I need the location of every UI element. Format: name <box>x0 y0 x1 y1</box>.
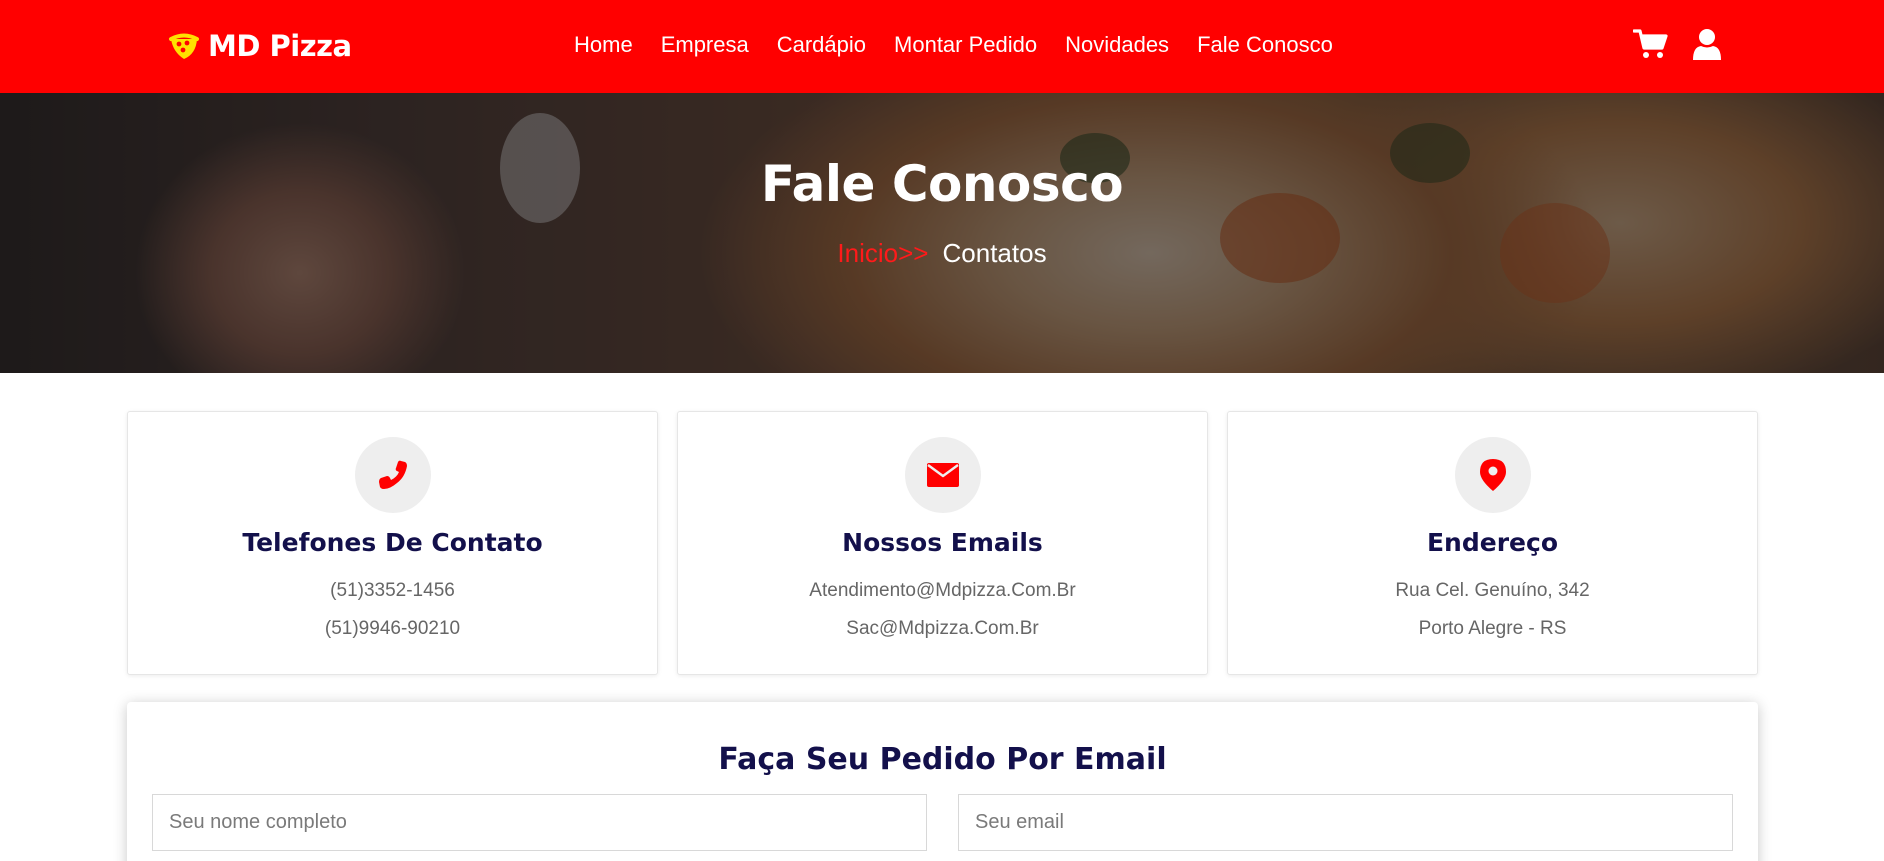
phone-icon <box>378 460 407 489</box>
envelope-icon <box>926 463 959 487</box>
brand-logo[interactable]: MD Pizza <box>168 26 352 66</box>
card-title: Endereço <box>1426 528 1558 557</box>
email-address: Sac@Mdpizza.Com.Br <box>846 618 1039 639</box>
contact-card-phones: Telefones De Contato (51)3352-1456 (51)9… <box>127 411 658 675</box>
address-line: Rua Cel. Genuíno, 342 <box>1395 580 1590 601</box>
brand-name: MD Pizza <box>208 29 352 63</box>
form-title: Faça Seu Pedido Por Email <box>718 742 1167 777</box>
nav-link-cardapio[interactable]: Cardápio <box>777 32 866 58</box>
cart-button[interactable] <box>1632 26 1670 62</box>
hero-banner: Fale Conosco Inicio>> Contatos <box>0 93 1884 373</box>
contact-card-address: Endereço Rua Cel. Genuíno, 342 Porto Ale… <box>1227 411 1758 675</box>
breadcrumb-separator: >> <box>898 238 929 268</box>
card-title: Nossos Emails <box>842 528 1043 557</box>
map-pin-icon <box>1479 459 1506 491</box>
card-icon-circle <box>1454 437 1531 513</box>
nav-link-novidades[interactable]: Novidades <box>1065 32 1169 58</box>
email-input[interactable] <box>958 794 1733 851</box>
nav-actions <box>1632 26 1726 62</box>
full-name-input[interactable] <box>152 794 927 851</box>
user-icon <box>1693 29 1721 60</box>
card-icon-circle <box>904 437 981 513</box>
email-address: Atendimento@Mdpizza.Com.Br <box>809 580 1076 601</box>
top-navbar: MD Pizza Home Empresa Cardápio Montar Pe… <box>0 0 1884 93</box>
hero-overlay <box>0 93 1884 373</box>
address-line: Porto Alegre - RS <box>1418 618 1567 639</box>
nav-link-empresa[interactable]: Empresa <box>661 32 749 58</box>
cart-icon <box>1633 29 1668 58</box>
pizza-slice-icon <box>169 33 199 59</box>
breadcrumb-home-link[interactable]: Inicio <box>837 238 898 268</box>
phone-number: (51)9946-90210 <box>324 618 461 639</box>
phone-number: (51)3352-1456 <box>330 580 455 601</box>
nav-link-fale-conosco[interactable]: Fale Conosco <box>1197 32 1333 58</box>
card-icon-circle <box>354 437 431 513</box>
contact-card-emails: Nossos Emails Atendimento@Mdpizza.Com.Br… <box>677 411 1208 675</box>
breadcrumb: Inicio>> Contatos <box>0 238 1884 269</box>
order-email-form: Faça Seu Pedido Por Email <box>127 702 1758 861</box>
breadcrumb-current: Contatos <box>942 238 1047 268</box>
nav-link-home[interactable]: Home <box>574 32 633 58</box>
page-title: Fale Conosco <box>760 155 1124 213</box>
nav-link-montar-pedido[interactable]: Montar Pedido <box>894 32 1037 58</box>
card-title: Telefones De Contato <box>242 528 543 557</box>
main-nav: Home Empresa Cardápio Montar Pedido Novi… <box>574 30 1333 60</box>
user-account-button[interactable] <box>1688 26 1726 62</box>
